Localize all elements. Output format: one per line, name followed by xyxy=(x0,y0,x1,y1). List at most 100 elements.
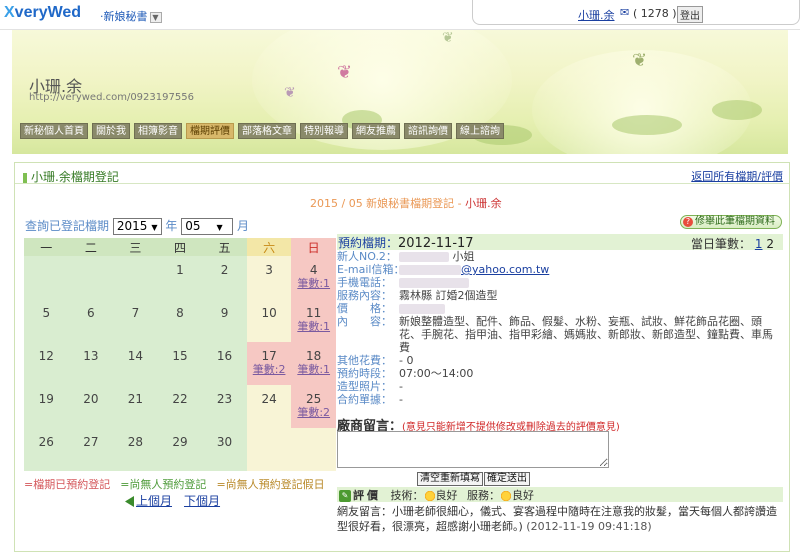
weekday-thu: 四 xyxy=(157,238,203,256)
redacted-phone xyxy=(399,278,469,288)
weekday-tue: 二 xyxy=(68,238,114,256)
mail-count: ( 1278 ) xyxy=(633,7,677,20)
redacted-email xyxy=(399,265,461,275)
calendar-day-booked[interactable]: 25 筆數:2 xyxy=(291,385,336,428)
site-logo[interactable]: XveryWed xyxy=(4,4,81,22)
detail-row-phone: 手機電話： xyxy=(337,276,783,289)
reset-button[interactable]: 清空重新填寫 xyxy=(417,472,483,486)
calendar-day: 23 xyxy=(202,385,247,428)
prev-month-link[interactable]: 上個月 xyxy=(125,492,172,509)
arrow-left-icon xyxy=(125,496,134,507)
detail-row-other-cost: 其他花費： - 0 xyxy=(337,354,414,367)
calendar-day: 22 xyxy=(157,385,203,428)
month-select[interactable]: 05 ▼ xyxy=(181,218,234,235)
booking-count-link[interactable]: 筆數:1 xyxy=(291,278,336,290)
month-unit: 月 xyxy=(237,219,250,233)
menu-item-recommend[interactable]: 網友推薦 xyxy=(352,123,400,139)
weekday-mon: 一 xyxy=(24,238,69,256)
calendar-day-booked[interactable]: 18 筆數:1 xyxy=(291,342,336,385)
detail-row-price: 價 格： xyxy=(337,302,783,315)
evaluation-title: 評價 xyxy=(353,489,381,502)
calendar-day: 7 xyxy=(113,299,158,342)
vendor-message-input[interactable] xyxy=(337,431,609,468)
blog-menu: 新秘個人首頁 關於我 相簿影音 檔期評價 部落格文章 特別報導 網友推薦 諮訊詢… xyxy=(20,123,504,139)
calendar-day: 3 xyxy=(246,256,292,299)
calendar-day: 21 xyxy=(113,385,158,428)
calendar-day: 8 xyxy=(157,299,203,342)
category-dropdown[interactable]: ‧新娘秘書 ▼ xyxy=(100,8,162,24)
menu-item-album[interactable]: 相簿影音 xyxy=(134,123,182,139)
query-label: 查詢已登記檔期 xyxy=(25,219,110,233)
calendar-day: 5 xyxy=(24,299,69,342)
calendar-week: 12 13 14 15 16 17 筆數:2 18 筆數:1 xyxy=(24,342,336,385)
daily-count-label: 當日筆數： xyxy=(691,237,752,251)
calendar-day-booked[interactable]: 17 筆數:2 xyxy=(246,342,292,385)
site-url[interactable]: http://verywed.com/0923197556 xyxy=(29,92,194,103)
calendar-day-booked[interactable]: 4 筆數:1 xyxy=(291,256,336,299)
legend-booked: =檔期已預約登記 xyxy=(24,478,111,491)
friend-message: 網友留言：小珊老師很細心，儀式、宴客過程中隨時在注意我的妝髮，當天每個人都誇讚造… xyxy=(337,504,783,534)
calendar-day: 29 xyxy=(157,428,203,471)
friend-message-timestamp: (2012-11-19 09:41:18) xyxy=(526,520,652,533)
weekday-fri: 五 xyxy=(202,238,247,256)
calendar-day-booked[interactable]: 11 筆數:1 xyxy=(291,299,336,342)
menu-item-consult[interactable]: 線上諮詢 xyxy=(456,123,504,139)
booking-count-link[interactable]: 筆數:2 xyxy=(291,407,336,419)
calendar-day: 10 xyxy=(246,299,292,342)
back-to-all-link[interactable]: 返回所有檔期/評價 xyxy=(691,168,783,184)
evaluation-bar: ✎ 評價 技術： 良好 服務： 良好 xyxy=(337,487,783,502)
email-link[interactable]: @yahoo.com.tw xyxy=(461,263,549,276)
year-select[interactable]: 2015 ▼ xyxy=(112,218,162,235)
booking-date-label: 預約檔期： xyxy=(338,236,399,250)
heading-bar xyxy=(23,172,27,183)
legend-free-holiday: =尚無人預約登記假日 xyxy=(216,478,325,491)
butterfly-icon: ❦ xyxy=(632,50,648,71)
booking-count-link[interactable]: 筆數:2 xyxy=(247,364,292,376)
menu-item-blog[interactable]: 部落格文章 xyxy=(238,123,296,139)
menu-item-about[interactable]: 關於我 xyxy=(92,123,130,139)
daily-page-2[interactable]: 2 xyxy=(766,237,774,251)
submit-button[interactable]: 確定送出 xyxy=(484,472,530,486)
calendar-day: 6 xyxy=(68,299,114,342)
service-label: 服務： xyxy=(467,489,500,502)
booking-count-link[interactable]: 筆數:1 xyxy=(291,321,336,333)
banner-leaf xyxy=(712,100,762,120)
category-label: ‧新娘秘書 xyxy=(100,10,148,23)
top-bar: XveryWed ‧新娘秘書 ▼ 小珊.余 ✉ ( 1278 ) 登出 xyxy=(0,0,800,30)
mail-icon[interactable]: ✉ xyxy=(620,6,629,19)
logout-button[interactable]: 登出 xyxy=(677,6,703,23)
booking-date-value: 2012-11-17 xyxy=(398,236,474,251)
calendar-day: 19 xyxy=(24,385,69,428)
divider xyxy=(15,183,789,184)
calendar-day: 2 xyxy=(202,256,247,299)
next-month-link[interactable]: 下個月 xyxy=(184,492,220,509)
calendar-day: 20 xyxy=(68,385,114,428)
daily-page-1[interactable]: 1 xyxy=(755,237,763,251)
butterfly-icon: ❦ xyxy=(284,85,296,101)
weekday-sun: 日 xyxy=(291,238,336,256)
calendar-day xyxy=(113,256,158,299)
menu-item-home[interactable]: 新秘個人首頁 xyxy=(20,123,88,139)
calendar-day: 9 xyxy=(202,299,247,342)
weekday-header: 一 二 三 四 五 六 日 xyxy=(24,238,336,256)
menu-item-inquiry[interactable]: 諮訊詢價 xyxy=(404,123,452,139)
chevron-down-icon: ▼ xyxy=(149,11,162,23)
detail-row-email: E-mail信箱： @yahoo.com.tw xyxy=(337,263,550,276)
booking-count-link[interactable]: 筆數:1 xyxy=(291,364,336,376)
calendar-day: 1 xyxy=(157,256,203,299)
daily-count: 當日筆數： 1 2 xyxy=(691,235,774,252)
menu-item-schedule[interactable]: 檔期評價 xyxy=(186,123,234,139)
menu-item-report[interactable]: 特別報導 xyxy=(300,123,348,139)
edit-booking-button[interactable]: ? 修舉此筆檔期資料 xyxy=(680,215,782,229)
query-bar: 查詢已登記檔期 2015 ▼ 年 05 ▼ 月 xyxy=(25,217,249,235)
detail-row-content: 內 容： 新娘整體造型、配件、飾品、假髮、水粉、妄瓶、試妝、鮮花飾品花圈、頭花、手… xyxy=(337,315,773,354)
user-name-link[interactable]: 小珊.余 xyxy=(578,7,615,23)
calendar-day xyxy=(246,428,292,471)
tech-value: 良好 xyxy=(435,489,458,502)
calendar-week: 19 20 21 22 23 24 25 筆數:2 xyxy=(24,385,336,428)
chevron-down-icon: ▼ xyxy=(216,223,223,232)
blog-banner: ❦ ❦ ❦ ❦ 小珊.余 http://verywed.com/09231975… xyxy=(12,30,788,154)
detail-row-contract: 合約單據： - xyxy=(337,393,403,406)
calendar-day: 13 xyxy=(68,342,114,385)
calendar-day: 14 xyxy=(113,342,158,385)
